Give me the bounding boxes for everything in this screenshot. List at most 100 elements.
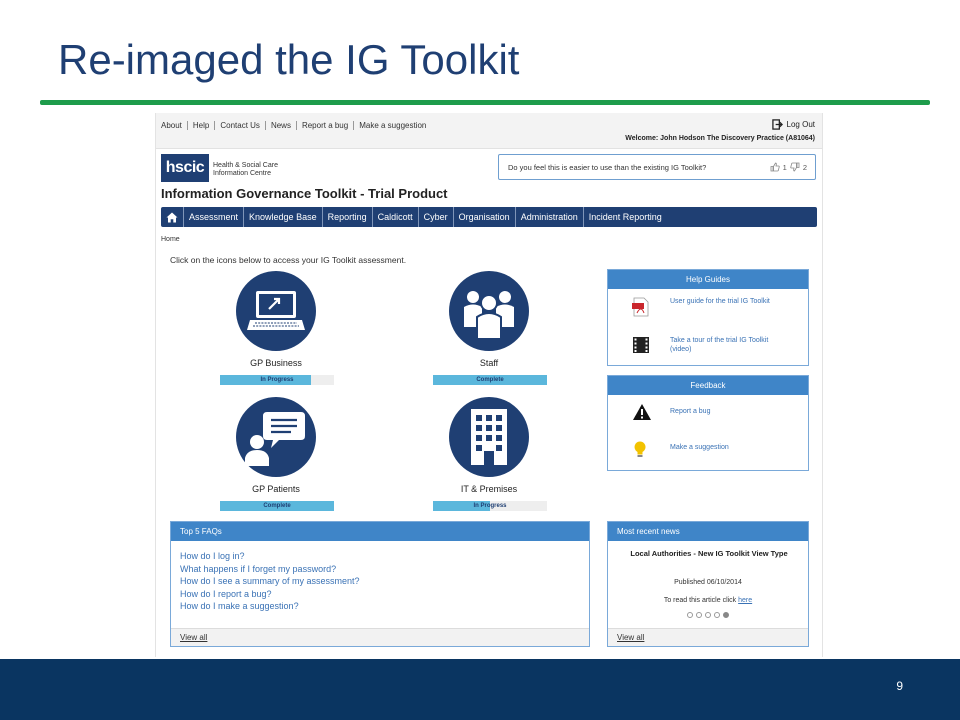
help-guide-link[interactable]: User guide for the trial IG Toolkit — [670, 297, 780, 306]
news-read-prefix: To read this article click — [663, 597, 739, 604]
faq-link[interactable]: How do I report a bug? — [180, 588, 360, 601]
pdf-icon — [632, 297, 649, 317]
news-carousel-dots — [608, 612, 808, 618]
intro-text: Click on the icons below to access your … — [170, 255, 407, 265]
status-badge: In Progress — [260, 377, 294, 383]
faq-list: How do I log in? What happens if I forge… — [180, 550, 360, 613]
top-link-report-bug[interactable]: Report a bug — [297, 121, 355, 130]
panel-title: Help Guides — [608, 270, 808, 289]
tile-label: GP Business — [250, 358, 302, 368]
survey-box: Do you feel this is easier to use than t… — [498, 154, 816, 180]
tile-gp-business-circle[interactable] — [236, 271, 316, 351]
status-badge: Complete — [476, 377, 504, 383]
nav-incident-reporting[interactable]: Incident Reporting — [584, 207, 667, 227]
hscic-logo[interactable]: hscic — [161, 154, 209, 182]
welcome-text: Welcome: John Hodson The Discovery Pract… — [625, 135, 815, 142]
help-guides-panel: Help Guides User guide for the trial IG … — [607, 269, 809, 366]
news-read-more: To read this article click here — [608, 597, 808, 604]
tile-gp-patients[interactable]: GP Patients Complete — [216, 397, 336, 511]
top-link-news[interactable]: News — [266, 121, 297, 130]
main-nav: Assessment Knowledge Base Reporting Cald… — [161, 207, 817, 227]
top-link-contact[interactable]: Contact Us — [215, 121, 266, 130]
logout-button[interactable]: Log Out — [771, 119, 815, 130]
faq-panel: Top 5 FAQs How do I log in? What happens… — [170, 521, 590, 647]
slide-title: Re-imaged the IG Toolkit — [58, 36, 520, 83]
tile-staff[interactable]: Staff Complete — [429, 271, 549, 385]
progress-bar: In Progress — [433, 501, 547, 511]
faq-view-all-link[interactable]: View all — [171, 628, 589, 646]
status-badge: Complete — [263, 503, 291, 509]
panel-title: Most recent news — [608, 522, 808, 541]
breadcrumb[interactable]: Home — [161, 236, 180, 243]
film-icon — [633, 337, 649, 353]
nav-administration[interactable]: Administration — [516, 207, 584, 227]
carousel-dot[interactable] — [705, 612, 711, 618]
warning-icon — [633, 404, 651, 420]
panel-title: Top 5 FAQs — [171, 522, 589, 541]
slide-footer: 9 — [0, 659, 960, 720]
survey-votes: 1 2 — [770, 162, 807, 172]
panel-title: Feedback — [608, 376, 808, 395]
page-number: 9 — [896, 679, 903, 693]
logo-text: Health & Social Care Information Centre — [213, 162, 303, 178]
news-headline: Local Authorities - New IG Toolkit View … — [630, 549, 788, 558]
news-panel: Most recent news Local Authorities - New… — [607, 521, 809, 647]
progress-bar: Complete — [433, 375, 547, 385]
status-badge: In Progress — [473, 503, 507, 509]
news-published: Published 06/10/2014 — [674, 579, 742, 586]
nav-caldicott[interactable]: Caldicott — [373, 207, 419, 227]
up-count: 1 — [782, 162, 787, 172]
feedback-panel: Feedback Report a bug Make a suggestion — [607, 375, 809, 471]
progress-bar: Complete — [220, 501, 334, 511]
top-link-help[interactable]: Help — [188, 121, 216, 130]
nav-home[interactable] — [161, 207, 184, 227]
faq-link[interactable]: What happens if I forget my password? — [180, 563, 360, 576]
tile-gp-patients-circle[interactable] — [236, 397, 316, 477]
home-icon — [166, 212, 178, 222]
patient-speech-icon — [245, 412, 305, 466]
thumbs-up-icon[interactable] — [770, 162, 780, 172]
carousel-dot[interactable] — [714, 612, 720, 618]
news-read-link[interactable]: here — [738, 597, 752, 604]
title-rule — [40, 100, 930, 105]
laptop-icon — [247, 291, 305, 330]
nav-cyber[interactable]: Cyber — [419, 207, 454, 227]
nav-organisation[interactable]: Organisation — [454, 207, 516, 227]
faq-link[interactable]: How do I see a summary of my assessment? — [180, 575, 360, 588]
top-link-about[interactable]: About — [161, 121, 188, 130]
carousel-dot[interactable] — [696, 612, 702, 618]
tile-it-premises-circle[interactable] — [449, 397, 529, 477]
faq-link[interactable]: How do I make a suggestion? — [180, 600, 360, 613]
progress-bar: In Progress — [220, 375, 334, 385]
carousel-dot[interactable] — [687, 612, 693, 618]
nav-reporting[interactable]: Reporting — [323, 207, 373, 227]
tile-gp-business[interactable]: GP Business In Progress — [216, 271, 336, 385]
app-title: Information Governance Toolkit - Trial P… — [161, 186, 448, 201]
lightbulb-icon — [634, 441, 646, 457]
tile-label: GP Patients — [252, 484, 300, 494]
tile-label: Staff — [479, 358, 499, 368]
survey-question: Do you feel this is easier to use than t… — [508, 163, 707, 172]
logout-icon — [771, 119, 783, 130]
thumbs-down-icon[interactable] — [790, 162, 800, 172]
feedback-link[interactable]: Report a bug — [670, 407, 780, 416]
news-view-all-link[interactable]: View all — [608, 628, 808, 646]
ig-toolkit-screenshot: About Help Contact Us News Report a bug … — [155, 113, 823, 657]
logo-text-line1: Health & Social Care — [213, 162, 278, 169]
top-bar: About Help Contact Us News Report a bug … — [156, 113, 822, 149]
feedback-link[interactable]: Make a suggestion — [670, 443, 780, 452]
tile-label: IT & Premises — [460, 484, 518, 494]
nav-assessment[interactable]: Assessment — [184, 207, 245, 227]
tile-staff-circle[interactable] — [449, 271, 529, 351]
tile-it-premises[interactable]: IT & Premises In Progress — [429, 397, 549, 511]
top-links: About Help Contact Us News Report a bug … — [161, 121, 431, 130]
faq-link[interactable]: How do I log in? — [180, 550, 360, 563]
carousel-dot-active[interactable] — [723, 612, 729, 618]
down-count: 2 — [802, 162, 807, 172]
logo-text-line2: Information Centre — [213, 170, 271, 177]
building-icon — [471, 409, 507, 465]
help-guide-link[interactable]: Take a tour of the trial IG Toolkit (vid… — [670, 336, 780, 354]
logout-label: Log Out — [786, 120, 815, 129]
nav-knowledge-base[interactable]: Knowledge Base — [244, 207, 323, 227]
top-link-suggestion[interactable]: Make a suggestion — [354, 121, 431, 130]
